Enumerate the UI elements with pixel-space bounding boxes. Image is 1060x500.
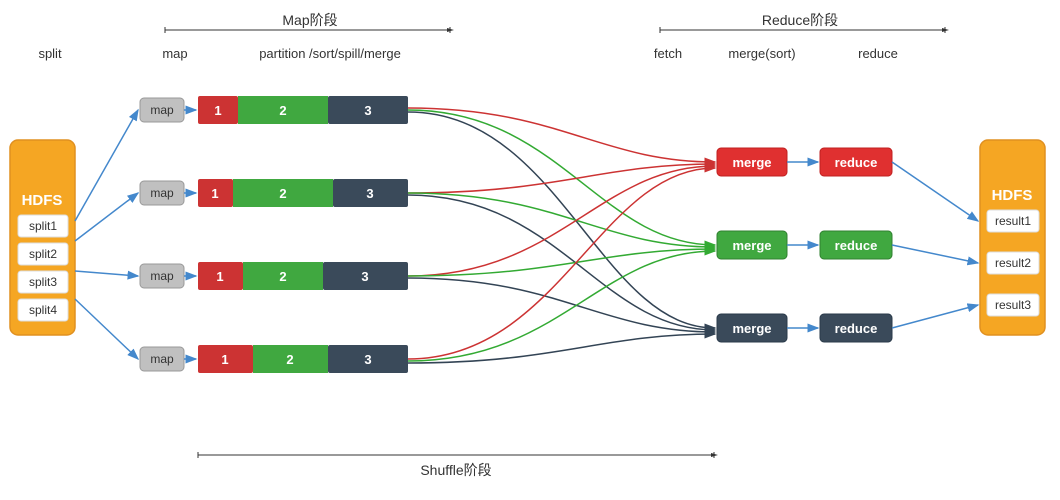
- arrow-hdfs-map1: [75, 110, 138, 221]
- arrow-bar1-seg1-merge-red: [408, 108, 715, 162]
- bar1-seg3-label: 3: [364, 103, 371, 118]
- shuffle-label: Shuffle阶段: [420, 462, 491, 478]
- result1-label: result1: [995, 214, 1031, 228]
- reduce-phase-label: Reduce阶段: [762, 12, 838, 28]
- result3-label: result3: [995, 298, 1031, 312]
- map-col-label: map: [162, 46, 187, 61]
- merge-label-green: merge: [732, 238, 771, 253]
- map-label-4: map: [150, 352, 174, 366]
- reduce-label-red: reduce: [835, 155, 878, 170]
- split2-label: split2: [29, 247, 57, 261]
- arrow-bar3-seg1-merge-red: [408, 166, 715, 276]
- map-label-2: map: [150, 186, 174, 200]
- bar4-seg3-label: 3: [364, 352, 371, 367]
- hdfs-left-label: HDFS: [22, 192, 63, 209]
- bar4-seg1-label: 1: [221, 352, 228, 367]
- bar1-seg2-label: 2: [279, 103, 286, 118]
- bar3-seg3-label: 3: [361, 269, 368, 284]
- reduce-col-label: reduce: [858, 46, 898, 61]
- hdfs-right-label: HDFS: [992, 187, 1033, 204]
- merge-label-red: merge: [732, 155, 771, 170]
- map-phase-label: Map阶段: [282, 12, 337, 28]
- arrow-bar4-seg3-merge-dark: [408, 334, 715, 363]
- bar4-seg2-label: 2: [286, 352, 293, 367]
- split3-label: split3: [29, 275, 57, 289]
- arrow-reduce-result1: [892, 162, 978, 221]
- reduce-label-green: reduce: [835, 238, 878, 253]
- arrow-bar1-seg3-merge-dark: [408, 112, 715, 328]
- bar3-seg2-label: 2: [279, 269, 286, 284]
- diagram-svg: Map阶段 Reduce阶段 split map partition /sort…: [0, 0, 1060, 500]
- bar1-seg1-label: 1: [214, 103, 221, 118]
- split4-label: split4: [29, 303, 57, 317]
- arrow-hdfs-map4: [75, 299, 138, 359]
- split-col-label: split: [38, 46, 62, 61]
- fetch-col-label: fetch: [654, 46, 682, 61]
- arrow-bar4-seg2-merge-green: [408, 251, 715, 361]
- merge-label-dark: merge: [732, 321, 771, 336]
- result2-label: result2: [995, 256, 1031, 270]
- reduce-label-dark: reduce: [835, 321, 878, 336]
- arrow-reduce-result3: [892, 305, 978, 328]
- map-label-3: map: [150, 269, 174, 283]
- bar2-seg1-label: 1: [211, 186, 218, 201]
- split1-label: split1: [29, 219, 57, 233]
- arrow-bar2-seg2-merge-green: [408, 193, 715, 247]
- arrow-hdfs-map3: [75, 271, 138, 276]
- arrow-bar4-seg1-merge-red: [408, 168, 715, 359]
- partition-col-label: partition /sort/spill/merge: [259, 46, 401, 61]
- arrow-reduce-result2: [892, 245, 978, 263]
- diagram-container: Map阶段 Reduce阶段 split map partition /sort…: [0, 0, 1060, 500]
- bar2-seg2-label: 2: [279, 186, 286, 201]
- arrow-hdfs-map2: [75, 193, 138, 241]
- bar3-seg1-label: 1: [216, 269, 223, 284]
- merge-sort-col-label: merge(sort): [728, 46, 795, 61]
- bar2-seg3-label: 3: [366, 186, 373, 201]
- map-label-1: map: [150, 103, 174, 117]
- arrow-bar3-seg3-merge-dark: [408, 278, 715, 332]
